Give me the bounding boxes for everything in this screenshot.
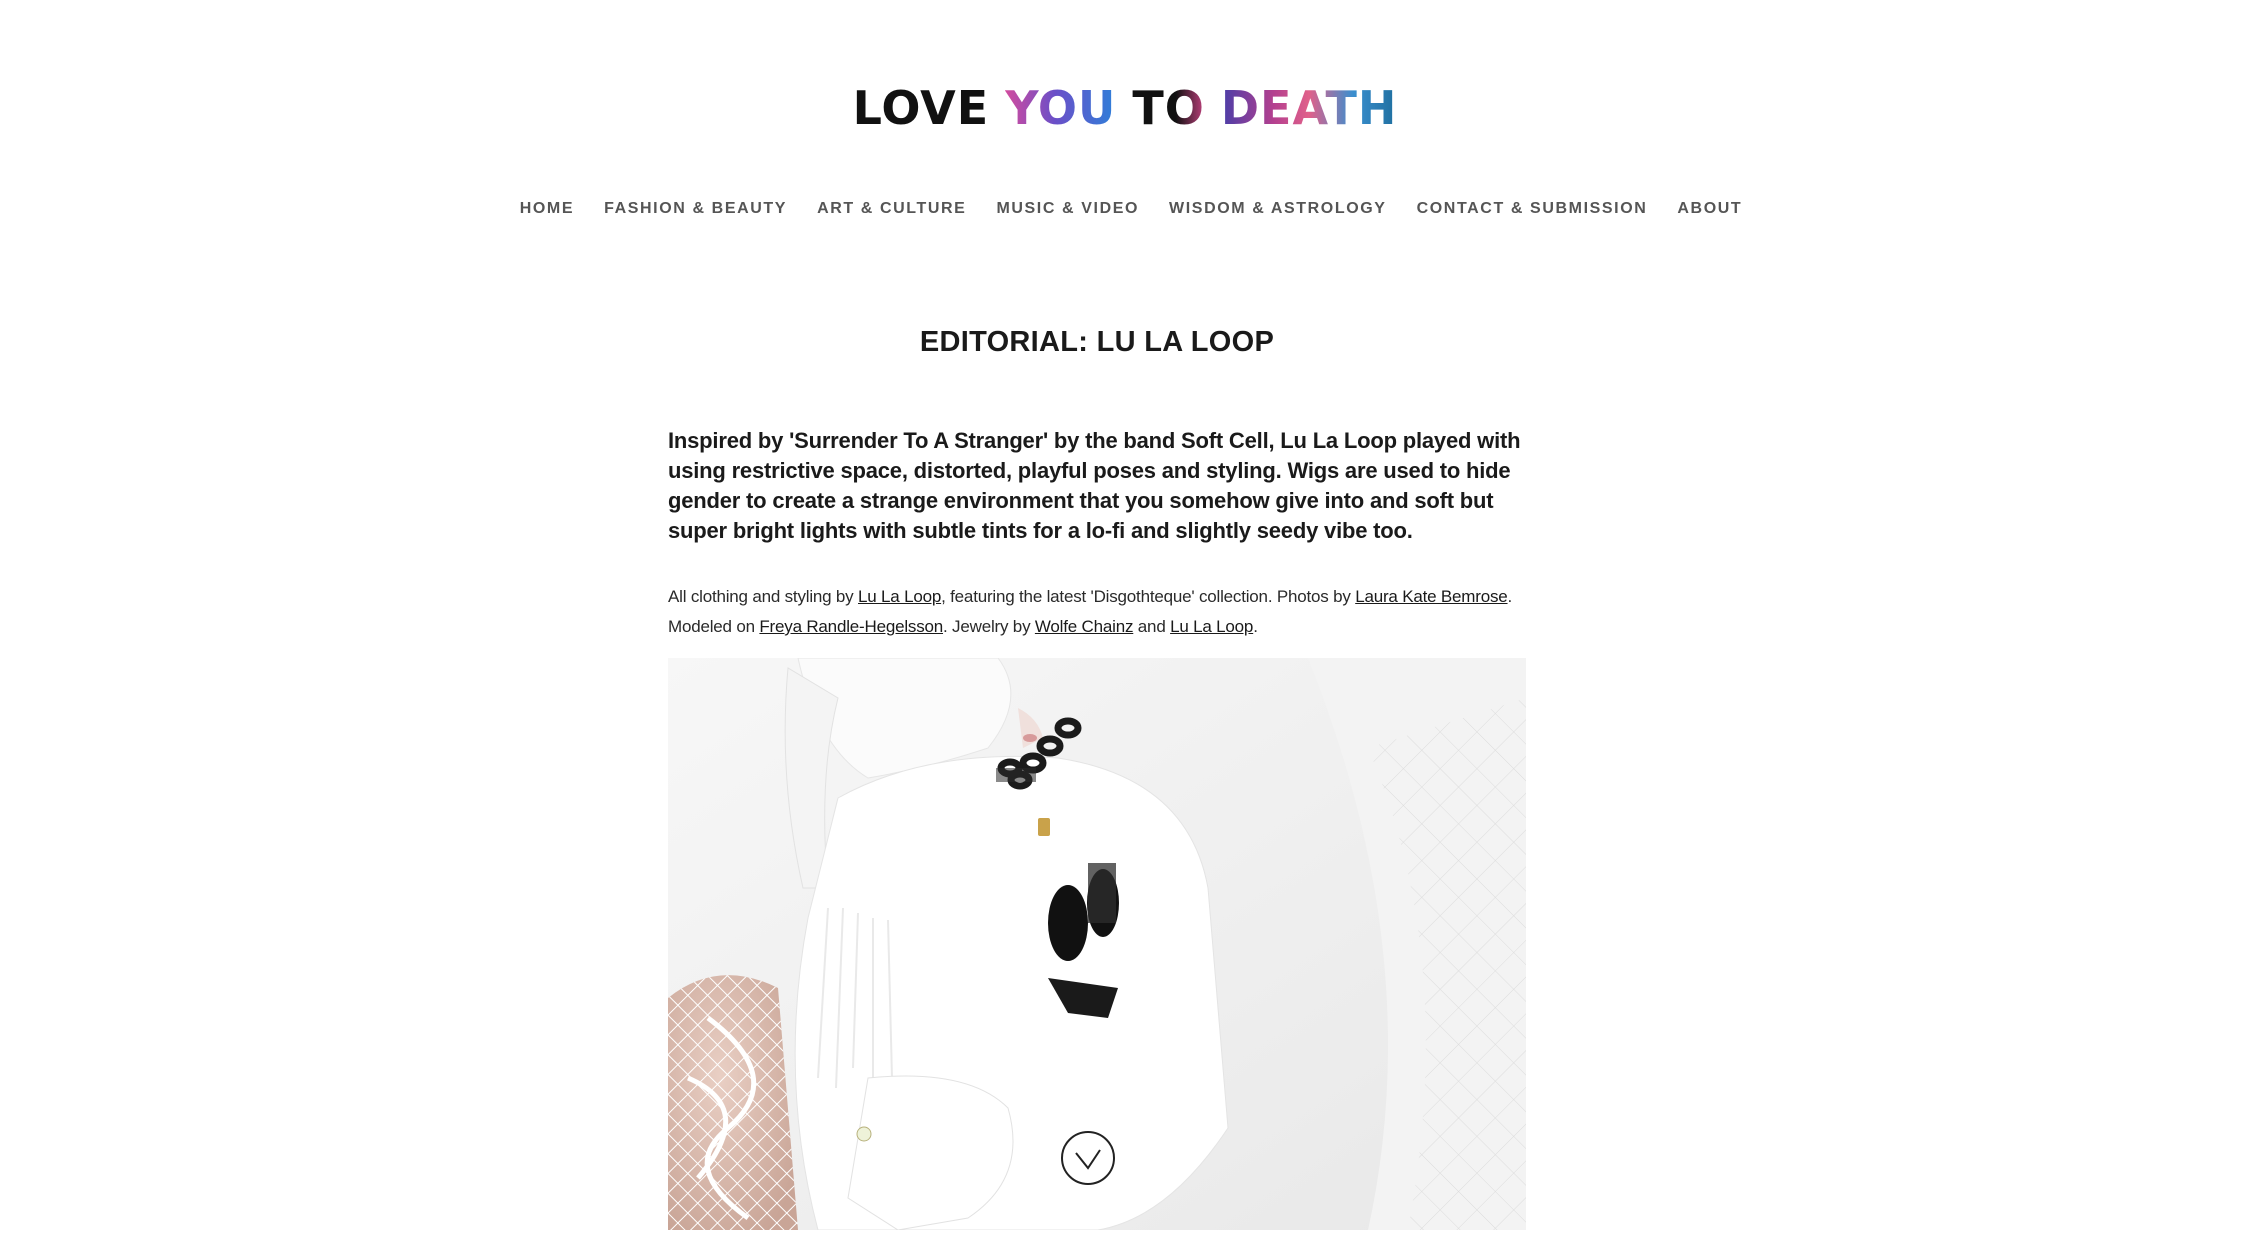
article: EDITORIAL: LU LA LOOP Inspired by 'Surre… (668, 322, 1526, 642)
article-title: EDITORIAL: LU LA LOOP (919, 326, 1275, 358)
credit-link-model[interactable]: Freya Randle-Hegelsson (759, 617, 943, 636)
main-nav: HOME FASHION & BEAUTY ART & CULTURE MUSI… (0, 200, 2250, 218)
credits-text: . Jewelry by (943, 617, 1035, 636)
credit-link-jewelry[interactable]: Wolfe Chainz (1035, 617, 1134, 636)
logo-word-love: LOVE (852, 81, 990, 135)
nav-item-music-video[interactable]: MUSIC & VIDEO (996, 200, 1139, 218)
logo-word-you: YOU (1005, 81, 1117, 135)
credit-link-lu-la-loop-2[interactable]: Lu La Loop (1170, 617, 1253, 636)
nav-item-fashion-beauty[interactable]: FASHION & BEAUTY (604, 200, 787, 218)
article-lead: Inspired by 'Surrender To A Stranger' by… (668, 428, 1521, 543)
nav-item-home[interactable]: HOME (520, 200, 574, 218)
credits-text: and (1133, 617, 1171, 636)
nav-item-contact-submission[interactable]: CONTACT & SUBMISSION (1417, 200, 1648, 218)
credits-text: All clothing and styling by (668, 587, 859, 606)
nav-item-art-culture[interactable]: ART & CULTURE (817, 200, 966, 218)
nav-item-about[interactable]: ABOUT (1677, 200, 1742, 218)
logo-word-death: DEATH (1220, 81, 1398, 135)
logo-word-to: TO (1132, 81, 1205, 135)
site-logo[interactable]: LOVE YOU TO DEATH (0, 80, 2250, 136)
editorial-photo (668, 658, 1526, 1230)
credits-text: . (1253, 617, 1258, 636)
credit-link-photographer[interactable]: Laura Kate Bemrose (1355, 587, 1508, 606)
article-credits: All clothing and styling by Lu La Loop, … (668, 582, 1526, 642)
credit-link-lu-la-loop[interactable]: Lu La Loop (858, 587, 941, 606)
credits-text: , featuring the latest 'Disgothteque' co… (941, 587, 1356, 606)
nav-item-wisdom-astrology[interactable]: WISDOM & ASTROLOGY (1169, 200, 1387, 218)
